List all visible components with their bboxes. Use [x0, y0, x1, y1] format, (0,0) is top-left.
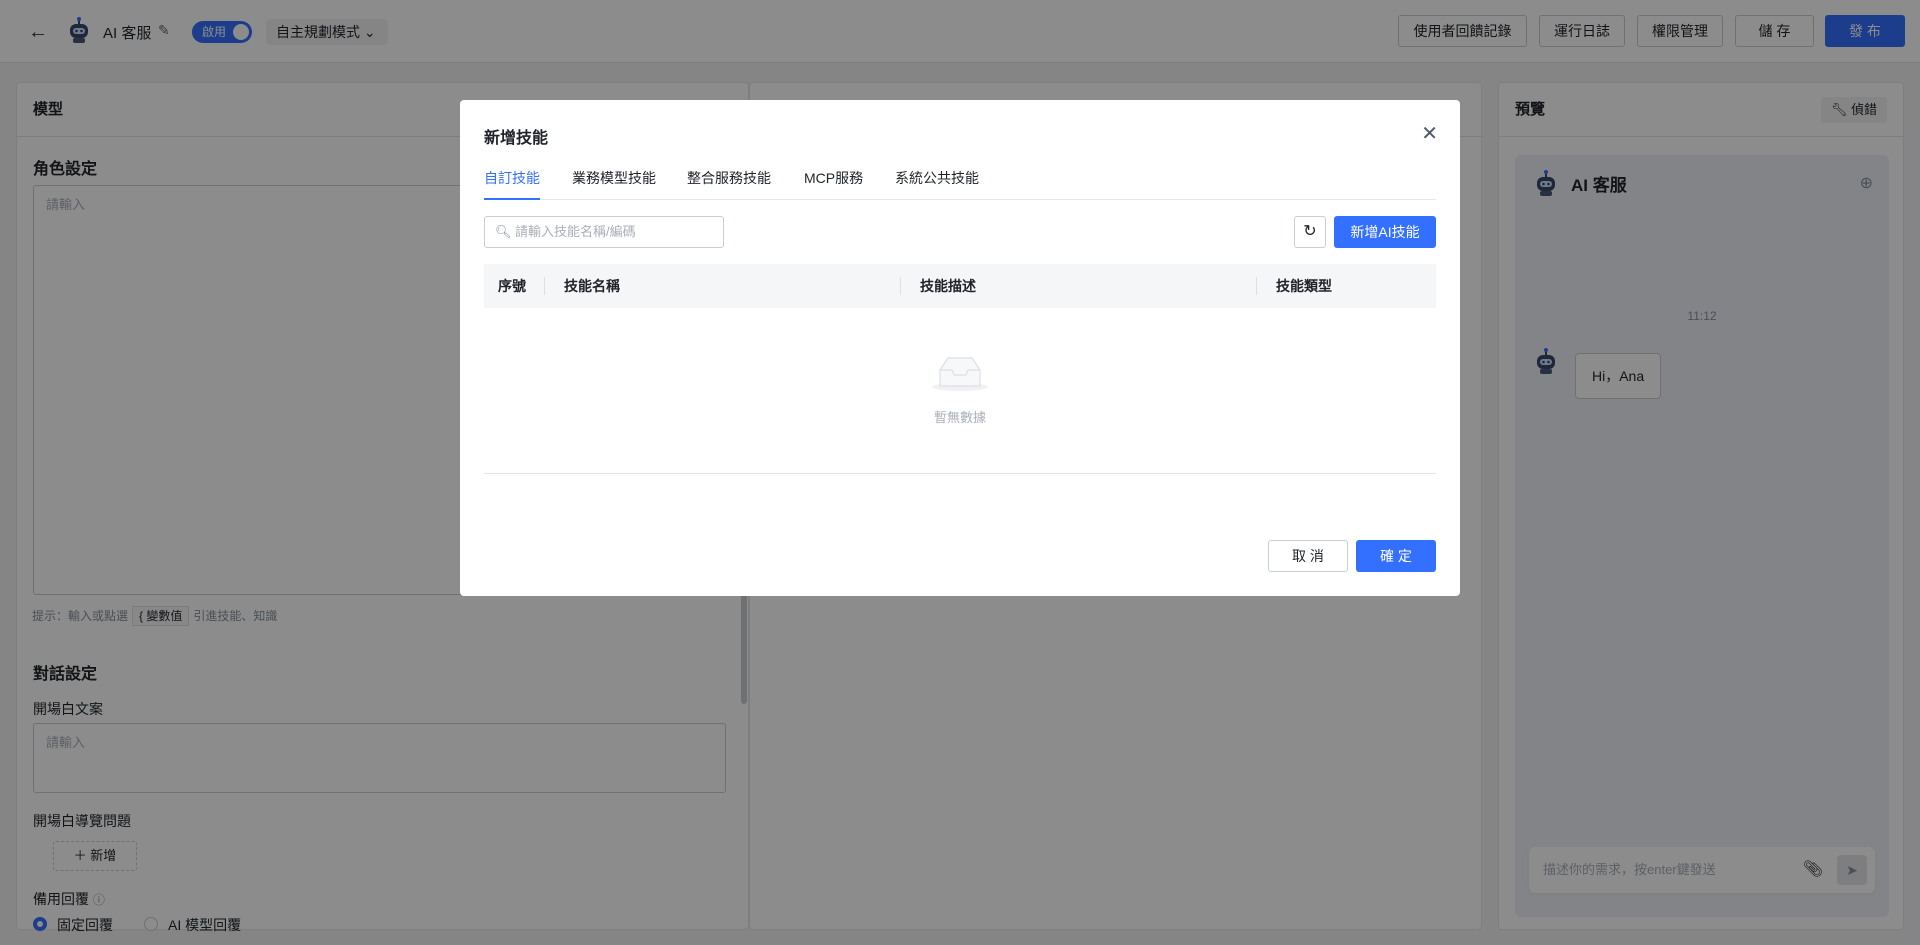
- search-placeholder: 請輸入技能名稱/編碼: [515, 224, 636, 239]
- modal-title: 新增技能: [484, 130, 549, 147]
- skill-search-input[interactable]: 🔍︎ 請輸入技能名稱/編碼: [484, 216, 724, 248]
- tab-custom-skill[interactable]: 自訂技能: [484, 166, 540, 200]
- col-skill-description: 技能描述: [920, 278, 976, 294]
- table-header: 序號 技能名稱 技能描述 技能類型: [484, 264, 1436, 308]
- cancel-button[interactable]: 取 消: [1268, 540, 1348, 572]
- empty-inbox-icon: [932, 357, 988, 391]
- add-ai-skill-button[interactable]: 新增AI技能: [1334, 216, 1436, 248]
- refresh-icon[interactable]: ↻: [1294, 216, 1326, 248]
- add-skill-modal: 新增技能 ✕ 自訂技能 業務模型技能 整合服務技能 MCP服務 系統公共技能 🔍…: [460, 100, 1460, 596]
- column-divider: [544, 277, 545, 295]
- col-skill-type: 技能類型: [1276, 278, 1332, 294]
- col-index: 序號: [498, 278, 526, 294]
- empty-text: 暫無數據: [933, 410, 986, 425]
- column-divider: [1256, 277, 1257, 295]
- table-bottom-border: [484, 473, 1436, 474]
- tab-integration-skill[interactable]: 整合服務技能: [687, 166, 771, 200]
- tab-business-model-skill[interactable]: 業務模型技能: [572, 166, 656, 200]
- search-icon: 🔍︎: [495, 224, 512, 239]
- tab-mcp-service[interactable]: MCP服務: [804, 166, 863, 200]
- skill-tabs: 自訂技能 業務模型技能 整合服務技能 MCP服務 系統公共技能: [484, 166, 1436, 200]
- tab-system-skill[interactable]: 系統公共技能: [895, 166, 979, 200]
- close-icon[interactable]: ✕: [1421, 124, 1438, 144]
- col-skill-name: 技能名稱: [564, 278, 620, 294]
- column-divider: [900, 277, 901, 295]
- confirm-button[interactable]: 確 定: [1356, 540, 1436, 572]
